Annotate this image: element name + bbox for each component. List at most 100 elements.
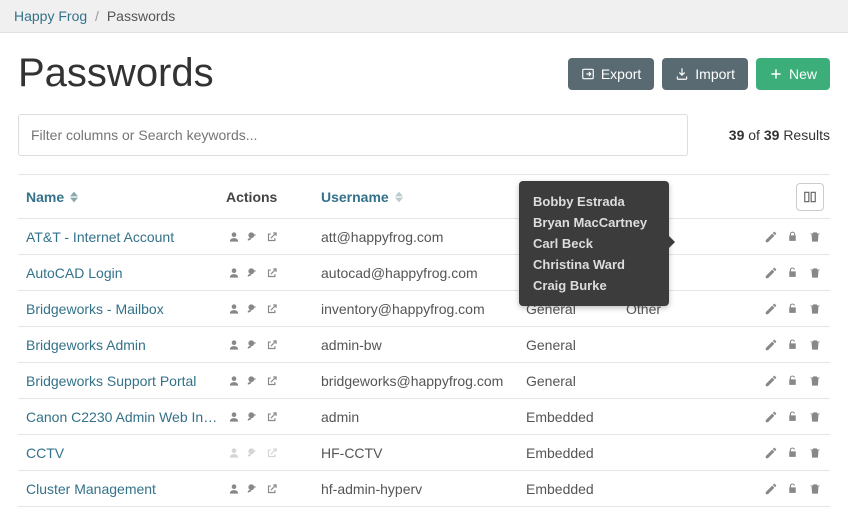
key-icon[interactable]	[245, 482, 261, 496]
export-icon	[581, 67, 595, 81]
external-icon[interactable]	[264, 446, 280, 460]
security-cell	[624, 339, 734, 351]
lock-closed-icon[interactable]	[786, 230, 800, 244]
download-icon	[675, 67, 689, 81]
col-header-username[interactable]: Username	[319, 183, 524, 211]
breadcrumb-current: Passwords	[107, 8, 175, 24]
security-popover: Bobby EstradaBryan MacCartneyCarl BeckCh…	[519, 181, 669, 306]
popover-item[interactable]: Craig Burke	[533, 275, 655, 296]
column-picker-button[interactable]	[796, 183, 824, 211]
trash-icon[interactable]	[808, 230, 822, 244]
password-name-link[interactable]: Cluster Management	[26, 481, 156, 497]
lock-open-icon[interactable]	[786, 338, 800, 352]
lock-open-icon[interactable]	[786, 446, 800, 460]
password-name-link[interactable]: Bridgeworks Support Portal	[26, 373, 196, 389]
trash-icon[interactable]	[808, 374, 822, 388]
popover-item[interactable]: Christina Ward	[533, 254, 655, 275]
security-cell	[624, 375, 734, 387]
import-label: Import	[695, 66, 735, 82]
action-buttons: Export Import New	[568, 58, 830, 90]
external-icon[interactable]	[264, 482, 280, 496]
lock-open-icon[interactable]	[786, 302, 800, 316]
key-icon[interactable]	[245, 230, 261, 244]
col-header-security: Bobby EstradaBryan MacCartneyCarl BeckCh…	[624, 191, 734, 203]
popover-item[interactable]: Carl Beck	[533, 233, 655, 254]
key-icon[interactable]	[245, 302, 261, 316]
user-icon[interactable]	[226, 230, 242, 244]
password-name-link[interactable]: Bridgeworks Admin	[26, 337, 146, 353]
trash-icon[interactable]	[808, 446, 822, 460]
external-icon[interactable]	[264, 410, 280, 424]
user-icon[interactable]	[226, 338, 242, 352]
table-row: Bridgeworks Support Portal bridgeworks@h…	[18, 363, 830, 399]
breadcrumb-sep: /	[95, 8, 99, 24]
type-cell: Embedded	[524, 403, 624, 431]
import-button[interactable]: Import	[662, 58, 748, 90]
edit-icon[interactable]	[764, 338, 778, 352]
col-header-name[interactable]: Name	[24, 183, 224, 211]
trash-icon[interactable]	[808, 302, 822, 316]
external-icon[interactable]	[264, 302, 280, 316]
edit-icon[interactable]	[764, 446, 778, 460]
passwords-table: Name Actions Username Type	[18, 174, 830, 507]
username-cell: admin-bw	[319, 331, 524, 359]
page-title: Passwords	[18, 51, 214, 96]
sort-icon	[395, 191, 403, 203]
key-icon[interactable]	[245, 338, 261, 352]
export-button[interactable]: Export	[568, 58, 654, 90]
edit-icon[interactable]	[764, 266, 778, 280]
results-shown: 39	[729, 127, 745, 143]
password-name-link[interactable]: CCTV	[26, 445, 64, 461]
edit-icon[interactable]	[764, 410, 778, 424]
trash-icon[interactable]	[808, 338, 822, 352]
popover-item[interactable]: Bryan MacCartney	[533, 212, 655, 233]
table-row: CCTV HF-CCTV Embedded	[18, 435, 830, 471]
username-cell: inventory@happyfrog.com	[319, 295, 524, 323]
key-icon[interactable]	[245, 266, 261, 280]
trash-icon[interactable]	[808, 482, 822, 496]
edit-icon[interactable]	[764, 302, 778, 316]
edit-icon[interactable]	[764, 374, 778, 388]
plus-icon	[769, 67, 783, 81]
trash-icon[interactable]	[808, 410, 822, 424]
trash-icon[interactable]	[808, 266, 822, 280]
password-name-link[interactable]: Bridgeworks - Mailbox	[26, 301, 164, 317]
security-cell	[624, 411, 734, 423]
user-icon[interactable]	[226, 266, 242, 280]
new-button[interactable]: New	[756, 58, 830, 90]
user-icon[interactable]	[226, 446, 242, 460]
username-cell: hf-admin-hyperv	[319, 475, 524, 503]
search-input[interactable]	[18, 114, 688, 156]
user-icon[interactable]	[226, 482, 242, 496]
external-icon[interactable]	[264, 338, 280, 352]
external-icon[interactable]	[264, 374, 280, 388]
sort-icon	[70, 191, 78, 203]
lock-open-icon[interactable]	[786, 410, 800, 424]
key-icon[interactable]	[245, 374, 261, 388]
breadcrumb: Happy Frog / Passwords	[0, 0, 848, 33]
external-icon[interactable]	[264, 230, 280, 244]
username-cell: autocad@happyfrog.com	[319, 259, 524, 287]
key-icon[interactable]	[245, 446, 261, 460]
password-name-link[interactable]: AutoCAD Login	[26, 265, 123, 281]
popover-pointer	[669, 236, 675, 248]
username-cell: HF-CCTV	[319, 439, 524, 467]
user-icon[interactable]	[226, 410, 242, 424]
table-row: Bridgeworks Admin admin-bw General	[18, 327, 830, 363]
lock-open-icon[interactable]	[786, 482, 800, 496]
lock-open-icon[interactable]	[786, 266, 800, 280]
type-cell: Embedded	[524, 475, 624, 503]
edit-icon[interactable]	[764, 230, 778, 244]
results-text: 39 of 39 Results	[729, 127, 830, 143]
password-name-link[interactable]: Canon C2230 Admin Web In…	[26, 409, 217, 425]
lock-open-icon[interactable]	[786, 374, 800, 388]
security-cell	[624, 483, 734, 495]
user-icon[interactable]	[226, 374, 242, 388]
edit-icon[interactable]	[764, 482, 778, 496]
password-name-link[interactable]: AT&T - Internet Account	[26, 229, 174, 245]
popover-item[interactable]: Bobby Estrada	[533, 191, 655, 212]
external-icon[interactable]	[264, 266, 280, 280]
user-icon[interactable]	[226, 302, 242, 316]
key-icon[interactable]	[245, 410, 261, 424]
breadcrumb-root[interactable]: Happy Frog	[14, 8, 87, 24]
